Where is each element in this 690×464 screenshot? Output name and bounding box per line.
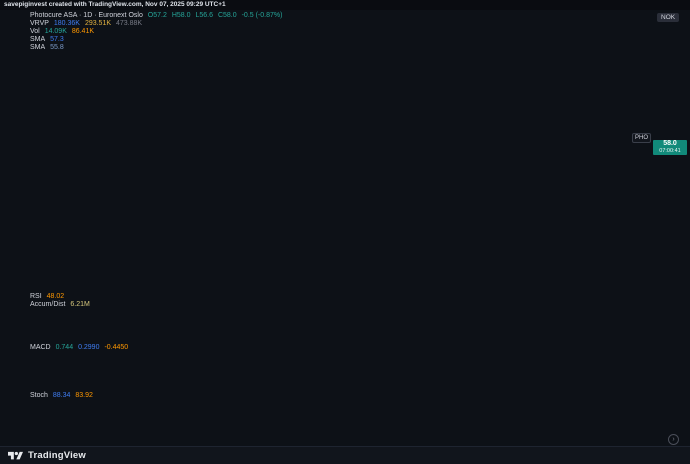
symbol-price-chip-label: PHO (635, 135, 648, 141)
snapshot-attribution: savepiginvest created with TradingView.c… (0, 0, 690, 10)
stoch-legend[interactable]: Stoch 88.34 83.92 (30, 392, 96, 400)
vrvp-row[interactable]: VRVP 180.36K 293.51K 473.88K (30, 20, 285, 28)
rsi-legend[interactable]: RSI 48.02 (30, 293, 67, 301)
macd-label: MACD (30, 344, 51, 351)
snapshot-note: savepiginvest created with TradingView.c… (4, 1, 226, 8)
macd-legend[interactable]: MACD 0.744 0.2990 -0.4450 (30, 344, 131, 352)
ohlc-low: L56.6 (195, 12, 213, 19)
tradingview-snapshot: savepiginvest created with TradingView.c… (0, 0, 690, 464)
vrvp-value-3: 473.88K (116, 20, 142, 27)
vrvp-value-2: 293.51K (85, 20, 111, 27)
symbol-price-chip: PHO (632, 133, 651, 143)
sma2-value: 55.8 (50, 44, 64, 51)
symbol-title: Photocure ASA · 1D · Euronext Oslo (30, 12, 143, 19)
stoch-k-value: 88.34 (53, 392, 71, 399)
bar-countdown: 07:00:41 (653, 148, 687, 155)
last-price-value: 58.0 (653, 140, 687, 148)
vrvp-value-1: 180.36K (54, 20, 80, 27)
last-price-badge: 58.0 07:00:41 (653, 140, 687, 155)
main-legend: Photocure ASA · 1D · Euronext Oslo O57.2… (30, 12, 285, 52)
macd-signal-value: -0.4450 (104, 344, 128, 351)
sma1-value: 57.3 (50, 36, 64, 43)
macd-line-value: 0.2990 (78, 344, 99, 351)
price-axis[interactable]: NOK 58.0 07:00:41 (652, 10, 690, 432)
volume-row[interactable]: Vol 14.09K 86.41K (30, 28, 285, 36)
sma2-label: SMA (30, 44, 45, 51)
rsi-label: RSI (30, 293, 42, 300)
stoch-d-value: 83.92 (75, 392, 93, 399)
macd-hist-value: 0.744 (56, 344, 74, 351)
stoch-label: Stoch (30, 392, 48, 399)
currency-badge: NOK (657, 13, 679, 22)
volume-ma-value: 86.41K (72, 28, 94, 35)
chevron-right-icon[interactable]: › (668, 434, 679, 445)
symbol-row[interactable]: Photocure ASA · 1D · Euronext Oslo O57.2… (30, 12, 285, 20)
tradingview-wordmark[interactable]: TradingView (28, 450, 86, 461)
bottom-brand-bar: TradingView (0, 446, 690, 464)
ohlc-change: -0.5 (-0.87%) (242, 12, 283, 19)
chart-canvas[interactable] (0, 0, 690, 464)
rsi-value: 48.02 (47, 293, 65, 300)
volume-value: 14.09K (45, 28, 67, 35)
accdist-label: Accum/Dist (30, 301, 65, 308)
sma1-label: SMA (30, 36, 45, 43)
vrvp-label: VRVP (30, 20, 49, 27)
volume-label: Vol (30, 28, 40, 35)
time-axis[interactable]: › (0, 432, 690, 446)
ohlc-open: O57.2 (148, 12, 167, 19)
ohlc-high: H58.0 (172, 12, 191, 19)
accdist-value: 6.21M (70, 301, 89, 308)
sma1-row[interactable]: SMA 57.3 (30, 36, 285, 44)
accdist-legend[interactable]: Accum/Dist 6.21M (30, 301, 93, 309)
sma2-row[interactable]: SMA 55.8 (30, 44, 285, 52)
tradingview-logo-icon[interactable] (8, 450, 23, 462)
ohlc-close: C58.0 (218, 12, 237, 19)
